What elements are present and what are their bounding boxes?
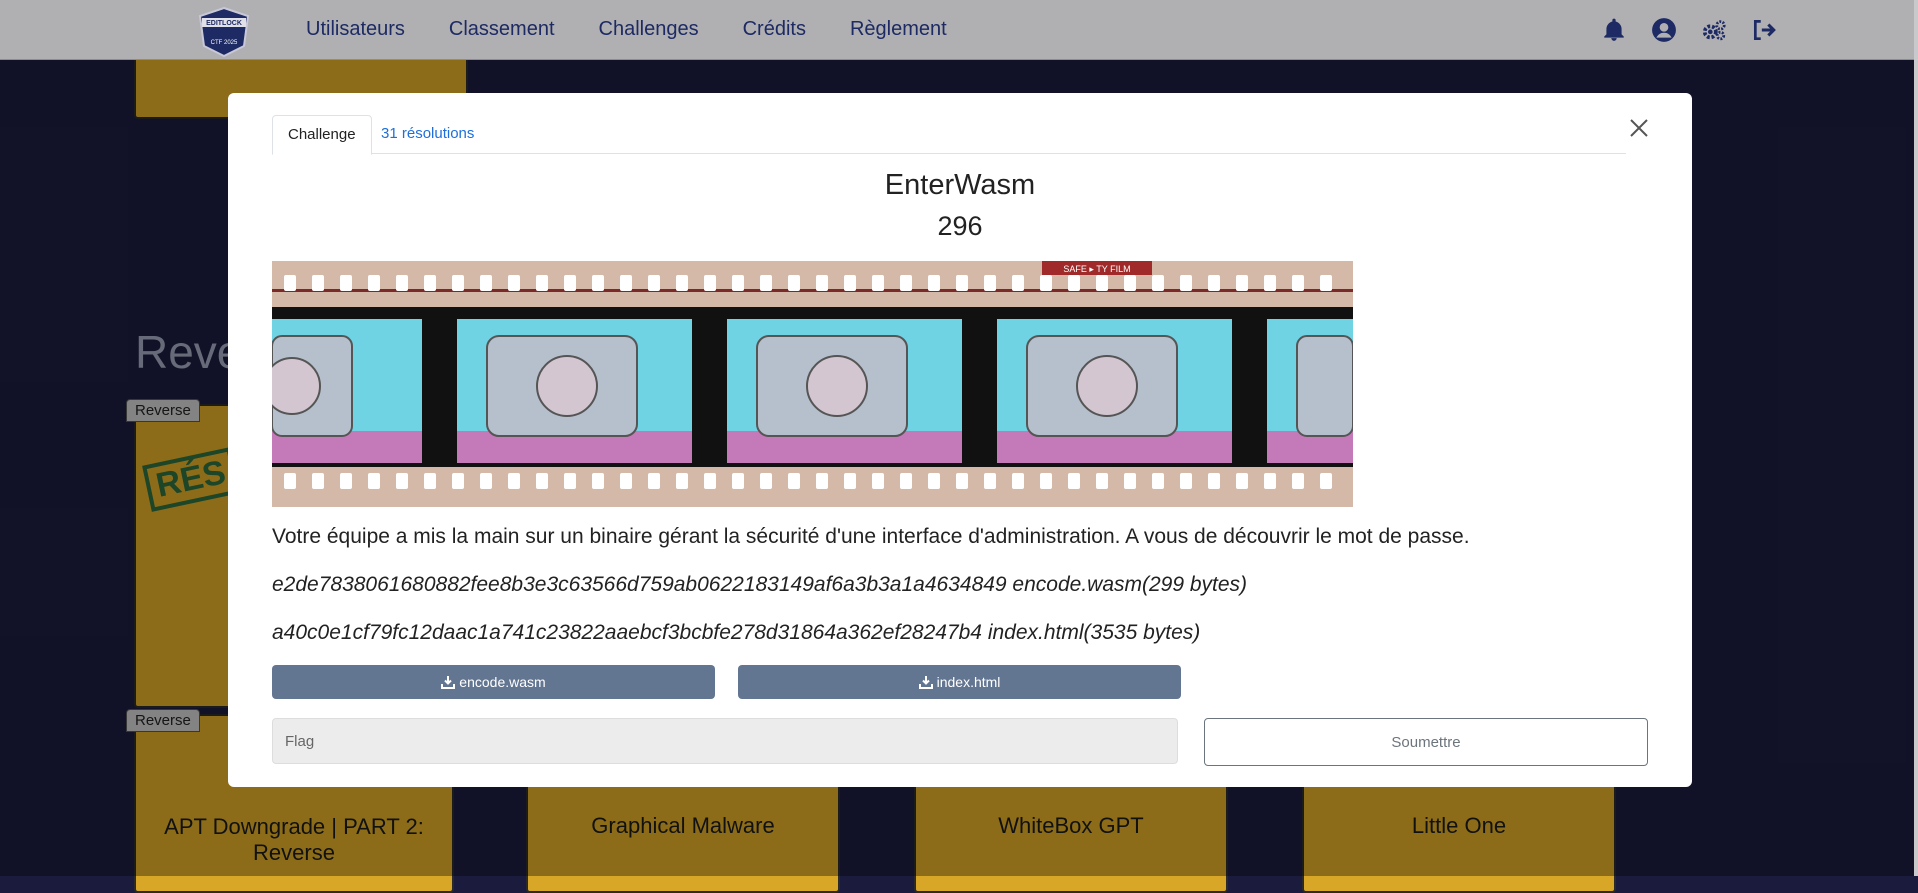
page-scrollbar[interactable] — [1914, 0, 1918, 876]
film-edge-text: SAFE ▸ TY FILM — [1063, 264, 1130, 274]
user-icon[interactable] — [1650, 16, 1678, 44]
modal-tabs: Challenge 31 résolutions — [272, 115, 1626, 155]
nav-link-reglement[interactable]: Règlement — [850, 18, 947, 41]
file-hash-line: e2de7838061680882fee8b3e3c63566d759ab062… — [272, 573, 1248, 596]
nav-link-credits[interactable]: Crédits — [743, 18, 806, 41]
challenge-description: Votre équipe a mis la main sur un binair… — [272, 525, 1470, 548]
nav-link-challenges[interactable]: Challenges — [599, 18, 699, 41]
nav-link-utilisateurs[interactable]: Utilisateurs — [306, 18, 405, 41]
download-encode-wasm-button[interactable]: encode.wasm — [272, 665, 715, 699]
tab-challenge[interactable]: Challenge — [272, 115, 372, 155]
download-button-label: encode.wasm — [459, 674, 546, 690]
challenge-points: 296 — [937, 211, 983, 241]
close-icon[interactable] — [1626, 115, 1652, 141]
download-icon — [918, 676, 933, 689]
top-navbar: EDITLOCK CTF 2025 Utilisateurs Classemen… — [0, 0, 1914, 60]
logo-subtext: CTF 2025 — [211, 40, 238, 46]
download-index-html-button[interactable]: index.html — [738, 665, 1181, 699]
logo-text: EDITLOCK — [206, 20, 242, 27]
bell-icon[interactable] — [1600, 16, 1628, 44]
challenge-modal: Challenge 31 résolutions EnterWasm 296 S… — [228, 93, 1692, 787]
settings-icon[interactable] — [1700, 16, 1728, 44]
download-button-label: index.html — [936, 674, 1001, 690]
challenge-title: EnterWasm — [884, 169, 1036, 201]
site-logo[interactable]: EDITLOCK CTF 2025 — [196, 6, 252, 58]
file-hash-line: a40c0e1cf79fc12daac1a741c23822aaebcf3bcb… — [272, 621, 1201, 644]
download-icon — [441, 676, 456, 689]
challenge-banner-image: SAFE ▸ TY FILM — [272, 261, 1353, 507]
nav-icons — [1600, 0, 1778, 59]
nav-link-classement[interactable]: Classement — [449, 18, 555, 41]
flag-input[interactable] — [272, 718, 1178, 764]
logout-icon[interactable] — [1750, 16, 1778, 44]
submit-button[interactable]: Soumettre — [1204, 718, 1648, 766]
tab-solves[interactable]: 31 résolutions — [366, 115, 489, 153]
nav-links: Utilisateurs Classement Challenges Crédi… — [306, 0, 947, 59]
